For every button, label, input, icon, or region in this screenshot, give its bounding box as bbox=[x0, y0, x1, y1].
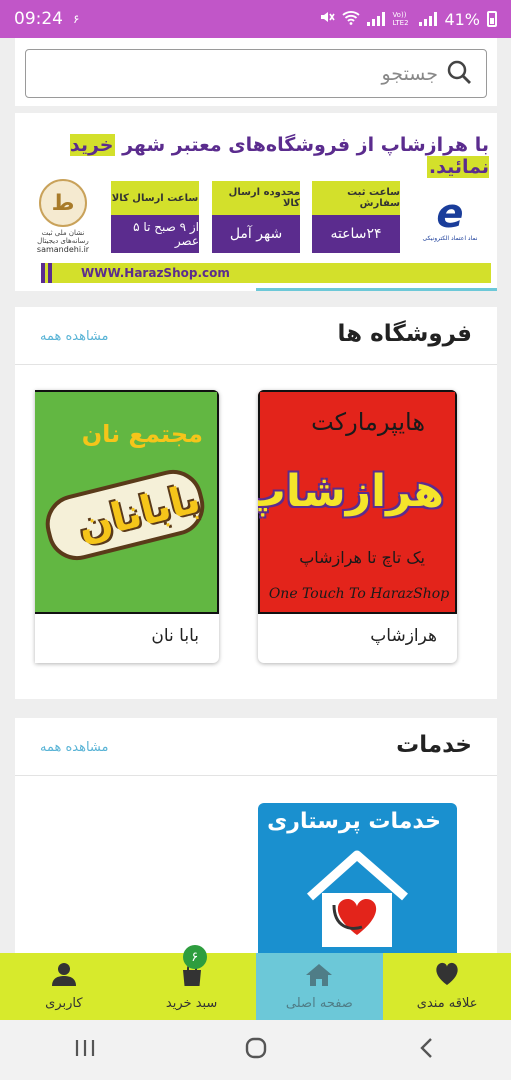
user-icon bbox=[51, 962, 77, 990]
store-name: هرازشاپ bbox=[370, 626, 437, 646]
search-icon bbox=[446, 59, 472, 89]
stores-title: فروشگاه ها bbox=[337, 321, 472, 347]
banner-headline-prefix: با هرازشاپ از فروشگاه‌های معتبر شهر bbox=[115, 134, 489, 156]
nav-user[interactable]: کاربری bbox=[0, 953, 128, 1020]
store-name: بابا نان bbox=[151, 626, 199, 646]
store-image-slogan-en: One Touch To HarazShop bbox=[268, 586, 450, 602]
banner-headline: با هرازشاپ از فروشگاه‌های معتبر شهر خرید… bbox=[41, 134, 489, 178]
banner-stripes bbox=[41, 263, 52, 283]
bottom-nav: کاربری ۶ سبد خرید صفحه اصلی علاقه مندی bbox=[0, 945, 511, 1020]
banner-box-value: از ۹ صبح تا ۵ عصر bbox=[111, 215, 199, 253]
signal-icon bbox=[367, 12, 386, 26]
seal-text: نشان ملی ثبت رسانه‌های دیجیتال bbox=[37, 229, 89, 245]
banner-box-delivery-hours: ساعت ارسال کالا از ۹ صبح تا ۵ عصر bbox=[111, 181, 199, 253]
nav-favorites[interactable]: علاقه مندی bbox=[383, 953, 511, 1020]
banner-box-delivery-area: محدوده ارسال کالا شهر آمل bbox=[212, 181, 300, 253]
nav-favorites-label: علاقه مندی bbox=[416, 996, 478, 1011]
banner-box-label: ساعت ارسال کالا bbox=[111, 181, 199, 215]
recent-apps-icon[interactable] bbox=[74, 1038, 96, 1062]
store-image-harazshop: هایپرمارکت هرازشاپ یک تاچ تا هرازشاپ One… bbox=[258, 390, 457, 614]
promo-banner[interactable]: با هرازشاپ از فروشگاه‌های معتبر شهر خرید… bbox=[15, 113, 497, 291]
battery-percent: 41% bbox=[444, 9, 480, 29]
store-image-text: هایپرمارکت bbox=[311, 408, 425, 436]
nav-user-label: کاربری bbox=[45, 996, 83, 1011]
services-section: خدمات مشاهده همه خدمات پرستاری bbox=[15, 718, 497, 958]
banner-box-value: ۲۴ساعته bbox=[312, 215, 400, 253]
home-icon bbox=[305, 962, 333, 990]
search-bar-container: جستجو bbox=[15, 38, 497, 106]
status-time: 09:24 bbox=[14, 9, 63, 29]
mute-icon bbox=[319, 9, 336, 29]
store-card-harazshop[interactable]: هایپرمارکت هرازشاپ یک تاچ تا هرازشاپ One… bbox=[258, 390, 457, 663]
battery-icon bbox=[487, 11, 497, 27]
stores-see-all-link[interactable]: مشاهده همه bbox=[40, 329, 109, 344]
android-nav-bar bbox=[0, 1020, 511, 1080]
nav-home[interactable]: صفحه اصلی bbox=[255, 953, 384, 1020]
store-image-text: مجتمع نان bbox=[81, 420, 203, 448]
seal-logo-icon: ط bbox=[39, 179, 87, 227]
search-input[interactable]: جستجو bbox=[25, 49, 487, 98]
wifi-icon bbox=[342, 10, 361, 29]
service-image-title: خدمات پرستاری bbox=[267, 809, 441, 834]
banner-url: WWW.HarazShop.com bbox=[41, 263, 491, 283]
nav-home-label: صفحه اصلی bbox=[285, 996, 353, 1011]
banner-box-value: شهر آمل bbox=[212, 215, 300, 253]
status-bar: 09:24 ۶ Vo)) LTE2 41% bbox=[0, 0, 511, 38]
signal-icon-2 bbox=[419, 12, 438, 26]
enamad-badge: e نماد اعتماد الکترونیکی bbox=[419, 193, 481, 251]
services-see-all-link[interactable]: مشاهده همه bbox=[40, 740, 109, 755]
banner-accent-line bbox=[256, 288, 497, 291]
services-header: خدمات مشاهده همه bbox=[15, 718, 497, 776]
cart-count-badge: ۶ bbox=[182, 945, 207, 969]
heart-icon bbox=[434, 962, 460, 990]
services-title: خدمات bbox=[396, 732, 472, 758]
store-image-slogan: یک تاچ تا هرازشاپ bbox=[299, 548, 425, 567]
enamad-logo-icon: e bbox=[436, 191, 464, 237]
network-label: Vo)) LTE2 bbox=[392, 11, 409, 27]
store-image-logo-text: هرازشاپ bbox=[258, 466, 444, 517]
home-circle-icon[interactable] bbox=[244, 1036, 268, 1064]
store-card-babanan[interactable]: مجتمع نان بابانان بابا نان bbox=[35, 390, 219, 663]
enamad-text: نماد اعتماد الکترونیکی bbox=[422, 235, 478, 242]
status-extra-icon: ۶ bbox=[73, 12, 80, 26]
service-card-nursing[interactable]: خدمات پرستاری bbox=[258, 803, 457, 953]
back-icon[interactable] bbox=[417, 1037, 437, 1063]
stores-section: فروشگاه ها مشاهده همه هایپرمارکت هرازشاپ… bbox=[15, 307, 497, 699]
house-heart-icon bbox=[307, 850, 408, 947]
stores-header: فروشگاه ها مشاهده همه bbox=[15, 307, 497, 365]
store-image-babanan: مجتمع نان بابانان bbox=[35, 390, 219, 614]
banner-box-order-hours: ساعت ثبت سفارش ۲۴ساعته bbox=[312, 181, 400, 253]
banner-box-label: ساعت ثبت سفارش bbox=[312, 181, 400, 215]
seal-url: samandehi.ir bbox=[36, 245, 90, 254]
samandehi-seal: ط نشان ملی ثبت رسانه‌های دیجیتال samande… bbox=[35, 179, 91, 254]
nav-cart[interactable]: ۶ سبد خرید bbox=[128, 945, 256, 1020]
nav-cart-label: سبد خرید bbox=[165, 996, 218, 1011]
search-placeholder: جستجو bbox=[381, 62, 438, 85]
banner-box-label: محدوده ارسال کالا bbox=[212, 181, 300, 215]
